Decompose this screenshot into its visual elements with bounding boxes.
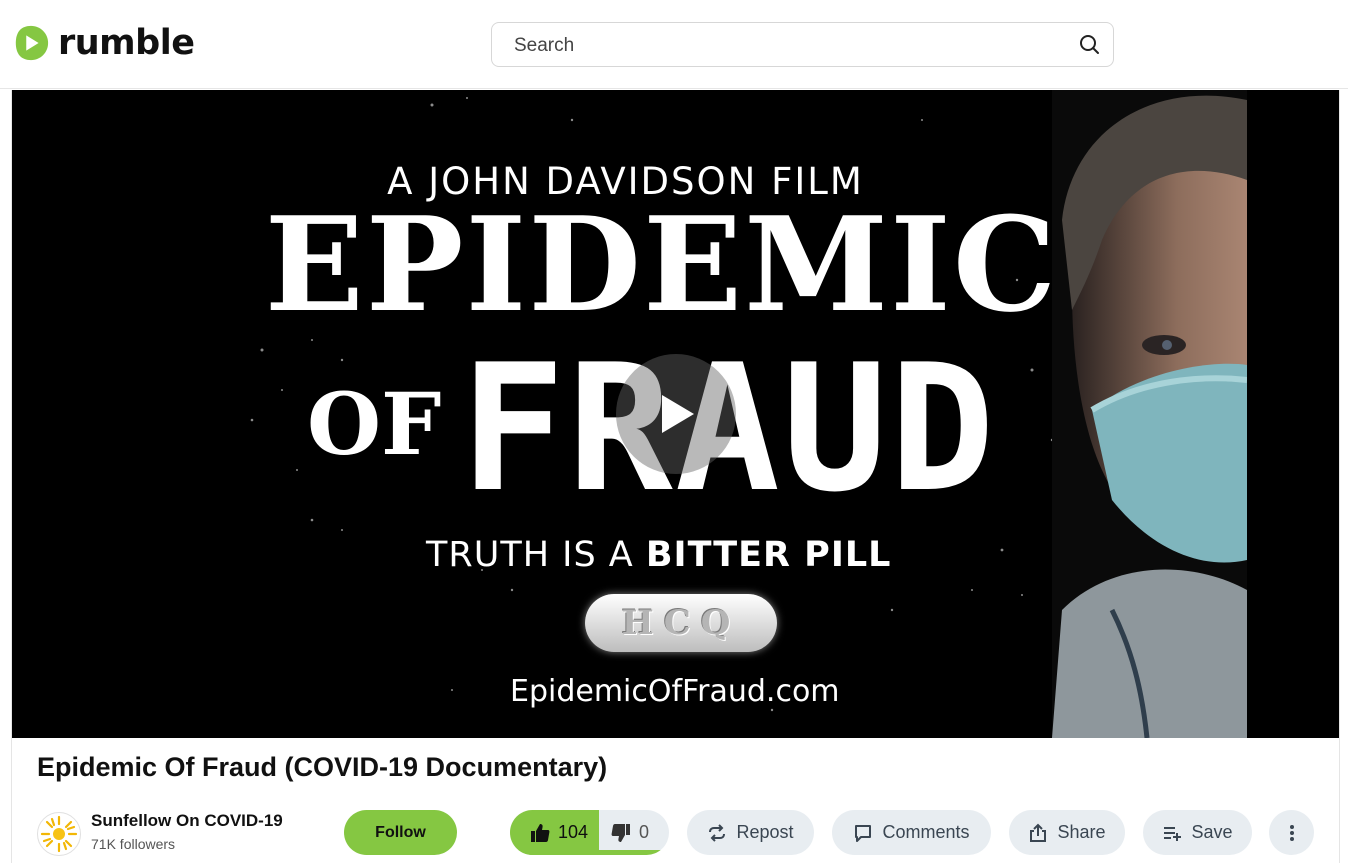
comments-label: Comments (882, 822, 970, 842)
tagline-bold: BITTER PILL (645, 535, 892, 575)
dislike-button[interactable]: 0 (599, 810, 669, 855)
poster-url: EpidemicOfFraud.com (510, 674, 840, 709)
repost-button[interactable]: Repost (687, 810, 814, 855)
repost-icon (709, 823, 726, 842)
thumbs-down-icon (611, 823, 630, 842)
rumble-logo[interactable]: rumble (12, 22, 195, 64)
follower-count: 71K followers (91, 836, 176, 852)
repost-label: Repost (736, 822, 794, 842)
play-icon (662, 395, 694, 433)
video-player[interactable]: A JOHN DAVIDSON FILM EPIDEMIC OF FRAUD T… (12, 90, 1339, 738)
share-icon (1030, 823, 1047, 842)
more-vertical-icon (1289, 824, 1294, 841)
vote-ratio-bar (510, 850, 669, 855)
follow-button[interactable]: Follow (344, 810, 457, 855)
search-button[interactable] (1077, 32, 1103, 58)
tagline-plain: TRUTH IS A (426, 535, 646, 575)
comments-button[interactable]: Comments (832, 810, 991, 855)
search-icon (1080, 35, 1099, 54)
search-input[interactable] (512, 33, 1056, 59)
dislike-count: 0 (639, 822, 650, 842)
vote-widget: 104 0 (510, 810, 669, 855)
logo-wordmark: rumble (58, 23, 195, 63)
channel-name[interactable]: Sunfellow On COVID-19 (91, 811, 283, 831)
save-label: Save (1191, 822, 1233, 842)
share-button[interactable]: Share (1009, 810, 1125, 855)
comment-icon (855, 824, 872, 842)
thumbs-up-icon (531, 823, 550, 842)
poster-title-epidemic: EPIDEMIC (264, 188, 1059, 341)
like-button[interactable]: 104 (510, 810, 599, 855)
playlist-add-icon (1164, 826, 1182, 841)
more-options-button[interactable] (1269, 810, 1314, 855)
channel-avatar[interactable] (37, 812, 81, 856)
play-button[interactable] (616, 354, 736, 474)
poster-title-of: OF (307, 375, 442, 475)
poster-tagline: TRUTH IS A BITTER PILL (426, 535, 891, 575)
content-border-right (1339, 90, 1340, 863)
rumble-logo-icon (15, 25, 49, 61)
top-header: rumble (0, 0, 1348, 89)
save-button[interactable]: Save (1143, 810, 1252, 855)
like-count: 104 (558, 822, 589, 842)
search-bar (491, 22, 1114, 67)
poster-pill: HCQ (585, 594, 777, 652)
video-title: Epidemic Of Fraud (COVID-19 Documentary) (37, 752, 608, 782)
sun-logo-icon (40, 815, 78, 853)
share-label: Share (1057, 822, 1106, 842)
